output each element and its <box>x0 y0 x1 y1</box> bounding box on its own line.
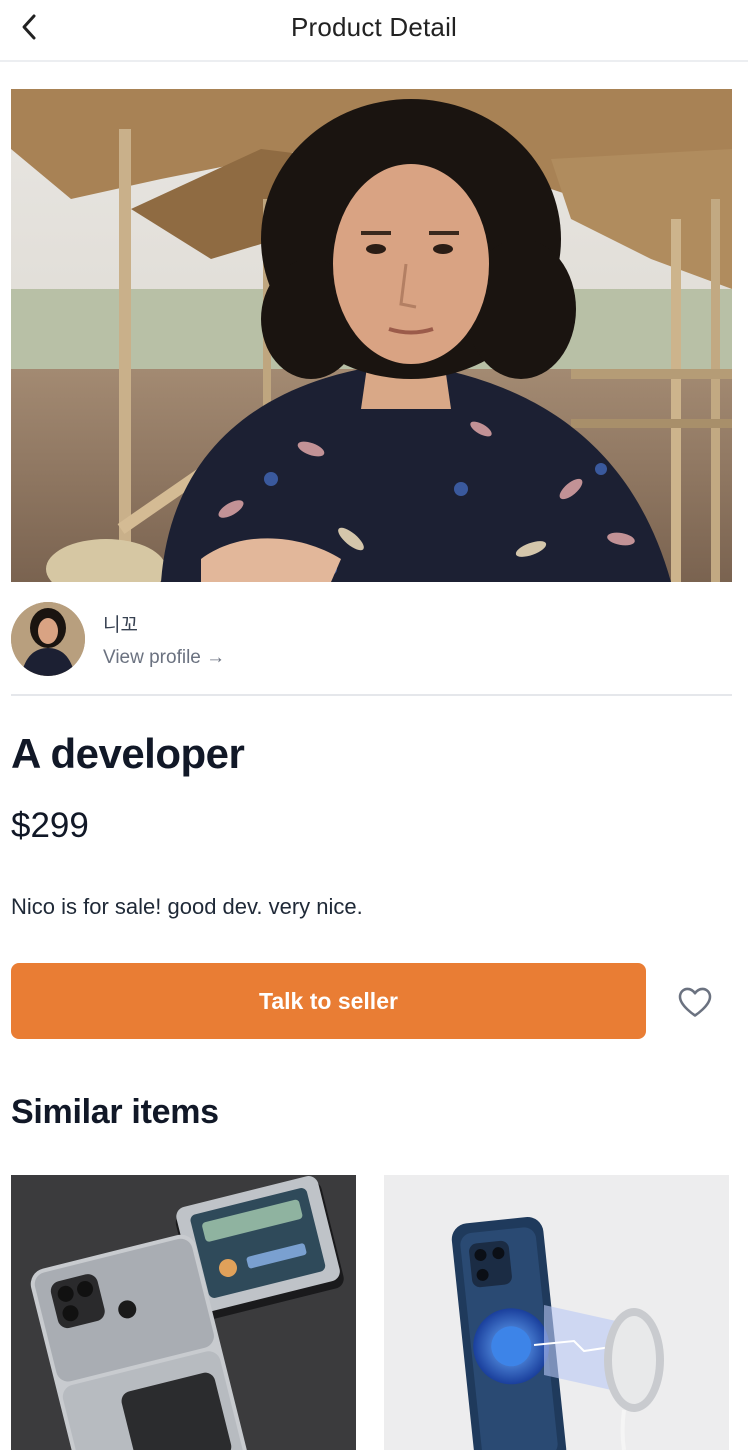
product-title: A developer <box>11 730 245 777</box>
avatar[interactable] <box>11 602 85 676</box>
similar-item-card[interactable] <box>11 1175 356 1450</box>
product-image <box>11 89 732 582</box>
similar-item-card[interactable] <box>384 1175 729 1450</box>
favorite-button[interactable] <box>677 985 713 1019</box>
heart-outline-icon <box>678 987 712 1017</box>
talk-to-seller-button[interactable]: Talk to seller <box>11 963 646 1039</box>
product-description: Nico is for sale! good dev. very nice. <box>11 894 363 919</box>
similar-items-heading: Similar items <box>11 1093 219 1131</box>
page-title: Product Detail <box>290 12 458 42</box>
foldable-phone-image <box>11 1175 356 1450</box>
product-price: $299 <box>11 806 89 845</box>
top-navigation-bar: Product Detail <box>0 0 748 62</box>
magsafe-phone-image <box>384 1175 729 1450</box>
seller-name: 니꼬 <box>103 615 138 636</box>
view-profile-link[interactable]: View profile → <box>103 647 225 669</box>
seller-row: 니꼬 View profile → <box>11 600 732 696</box>
